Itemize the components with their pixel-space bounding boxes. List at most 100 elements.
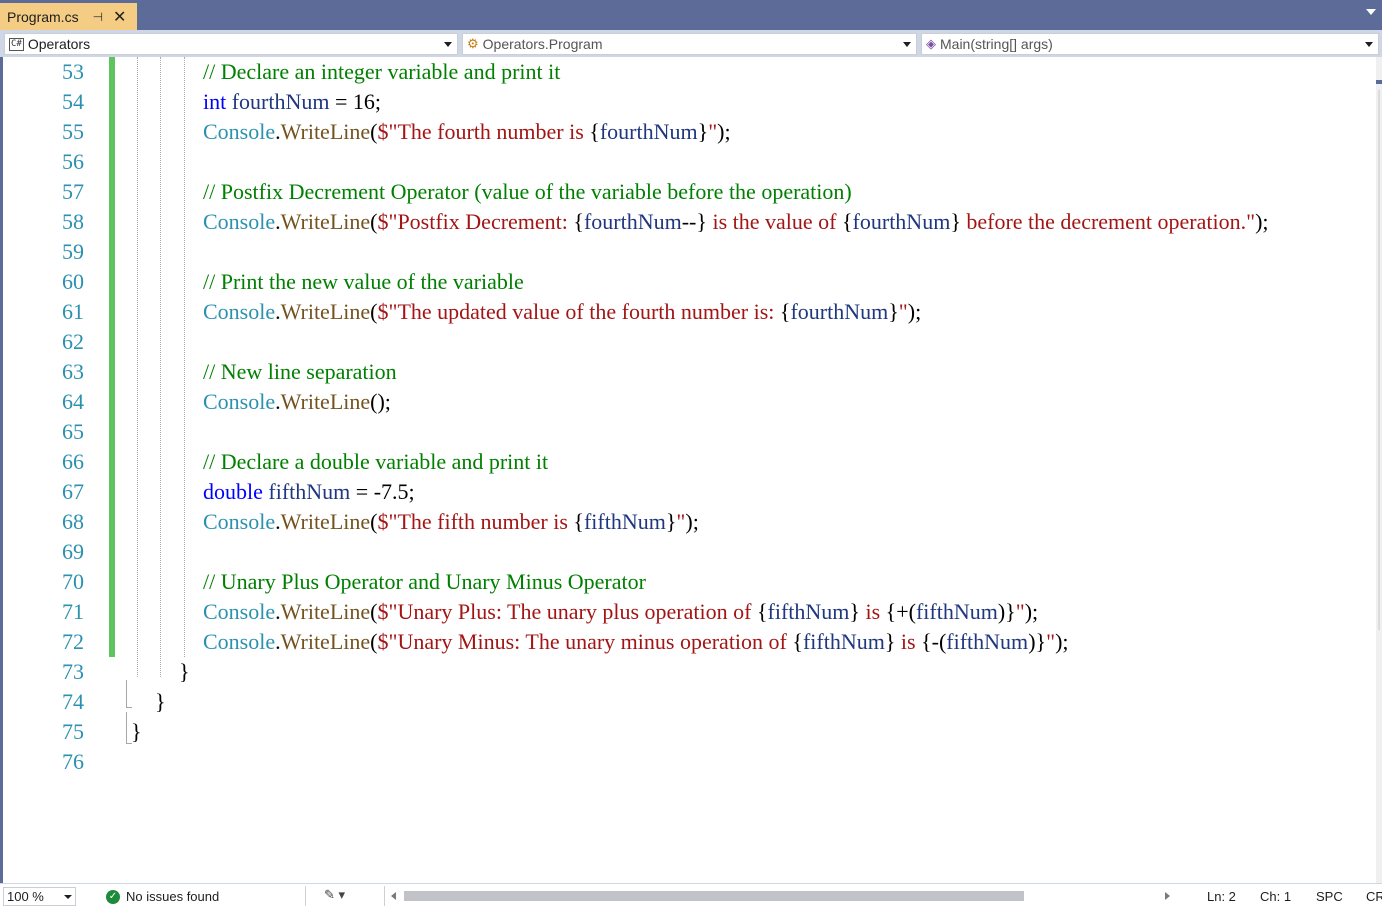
caret-position-marker <box>1376 80 1382 84</box>
code-line[interactable]: Console.WriteLine($"Postfix Decrement: {… <box>203 207 1269 237</box>
code-token: Console <box>203 209 276 234</box>
code-token: is <box>859 599 886 624</box>
code-token: } <box>884 629 896 654</box>
code-line[interactable]: // Declare an integer variable and print… <box>203 57 560 87</box>
code-line[interactable]: Console.WriteLine($"The fifth number is … <box>203 507 699 537</box>
navigation-bar: C# Operators ⚙ Operators.Program ◈ Main(… <box>0 30 1382 57</box>
member-dropdown[interactable]: ◈ Main(string[] args) <box>921 33 1379 55</box>
code-token: { <box>573 209 584 234</box>
code-token: } <box>155 689 166 714</box>
code-line[interactable]: Console.WriteLine($"Unary Minus: The una… <box>203 627 1069 657</box>
issues-indicator[interactable]: ✓ No issues found <box>106 889 219 904</box>
code-line[interactable]: // New line separation <box>203 357 397 387</box>
code-token: " <box>708 119 718 144</box>
code-token: (); <box>370 389 391 414</box>
code-cleanup-icon[interactable]: ✎ ▾ <box>324 887 345 903</box>
project-dropdown[interactable]: C# Operators <box>4 33 458 55</box>
fold-bracket <box>126 680 132 708</box>
code-token: // Unary Plus Operator and Unary Minus O… <box>203 569 646 594</box>
code-token: // Postfix Decrement Operator (value of … <box>203 179 852 204</box>
indent-guide <box>137 57 138 677</box>
type-dropdown[interactable]: ⚙ Operators.Program <box>462 33 917 55</box>
line-number: 53 <box>62 59 84 84</box>
code-token: $"Postfix Decrement: <box>377 209 574 234</box>
code-line[interactable]: Console.WriteLine($"Unary Plus: The unar… <box>203 597 1038 627</box>
code-token: fifthNum <box>946 629 1029 654</box>
code-line[interactable]: int fourthNum = 16; <box>203 87 381 117</box>
scroll-right-arrow-icon[interactable] <box>1165 892 1170 900</box>
code-token: WriteLine <box>280 209 371 234</box>
code-token: --} <box>681 209 707 234</box>
code-token: Console <box>203 119 276 144</box>
editor-left-border <box>0 57 3 885</box>
code-token: = 16; <box>329 89 382 114</box>
code-token: ); <box>1255 209 1269 234</box>
method-icon: ◈ <box>926 36 936 51</box>
code-token: fifthNum <box>767 599 850 624</box>
member-dropdown-label: Main(string[] args) <box>940 36 1053 52</box>
line-number: 68 <box>62 509 84 534</box>
type-dropdown-label: Operators.Program <box>482 36 603 52</box>
code-token: fifthNum <box>915 599 998 624</box>
code-token: } <box>849 599 860 624</box>
line-ending-indicator[interactable]: CR <box>1366 889 1382 904</box>
issues-text: No issues found <box>126 889 220 904</box>
code-token: { <box>792 629 803 654</box>
scroll-left-arrow-icon[interactable] <box>391 892 396 900</box>
code-token: int <box>203 89 227 114</box>
code-token: } <box>950 209 961 234</box>
code-token: = -7.5; <box>350 479 415 504</box>
divider <box>305 886 306 906</box>
line-number: 61 <box>62 299 84 324</box>
horizontal-scrollbar-thumb[interactable] <box>404 891 1024 901</box>
zoom-level: 100 % <box>7 889 44 904</box>
code-line[interactable]: } <box>179 657 190 687</box>
code-token: Console <box>203 599 276 624</box>
line-number: 64 <box>62 389 84 414</box>
code-line[interactable]: Console.WriteLine(); <box>203 387 391 417</box>
tab-program-cs[interactable]: Program.cs ⊣ ✕ <box>0 3 137 30</box>
line-number: 63 <box>62 359 84 384</box>
code-line[interactable]: // Declare a double variable and print i… <box>203 447 548 477</box>
zoom-dropdown[interactable]: 100 % <box>3 887 76 906</box>
code-token: ); <box>717 119 731 144</box>
close-icon[interactable]: ✕ <box>113 7 126 27</box>
code-token: { <box>573 509 584 534</box>
code-line[interactable]: Console.WriteLine($"The updated value of… <box>203 297 921 327</box>
code-token: fifthNum <box>802 629 885 654</box>
code-token: " <box>1015 599 1025 624</box>
project-dropdown-label: Operators <box>27 36 91 52</box>
tab-overflow-dropdown-icon[interactable] <box>1366 9 1376 15</box>
code-line[interactable]: // Print the new value of the variable <box>203 267 524 297</box>
code-token: ); <box>1024 599 1039 624</box>
code-line[interactable]: Console.WriteLine($"The fourth number is… <box>203 117 731 147</box>
code-line[interactable]: } <box>131 717 142 747</box>
code-token: fourthNum <box>231 89 330 114</box>
line-number: 74 <box>62 689 84 714</box>
status-bar: 100 % ✓ No issues found ✎ ▾ Ln: 2 Ch: 1 … <box>0 883 1382 908</box>
chevron-down-icon <box>1365 42 1373 47</box>
code-line[interactable]: } <box>155 687 166 717</box>
code-token: fifthNum <box>268 479 351 504</box>
code-line[interactable]: // Postfix Decrement Operator (value of … <box>203 177 852 207</box>
pin-icon[interactable]: ⊣ <box>93 10 103 24</box>
code-token: " <box>898 299 908 324</box>
code-token: } <box>665 509 677 534</box>
whitespace-indicator[interactable]: SPC <box>1316 889 1343 904</box>
code-token: $"Unary Minus: The unary minus operation… <box>377 629 793 654</box>
line-number: 62 <box>62 329 84 354</box>
code-token: ); <box>1055 629 1069 654</box>
code-token: // Declare a double variable and print i… <box>203 449 549 474</box>
code-token: { <box>841 209 853 234</box>
char-indicator[interactable]: Ch: 1 <box>1260 889 1291 904</box>
code-token: Console <box>203 509 276 534</box>
check-circle-icon: ✓ <box>106 889 120 904</box>
scrollbar-overview-track <box>1378 90 1380 630</box>
code-token: before the decrement operation." <box>960 209 1256 234</box>
line-indicator[interactable]: Ln: 2 <box>1207 889 1236 904</box>
code-token: WriteLine <box>280 509 371 534</box>
code-line[interactable]: // Unary Plus Operator and Unary Minus O… <box>203 567 646 597</box>
code-line[interactable]: double fifthNum = -7.5; <box>203 477 415 507</box>
line-number: 59 <box>62 239 84 264</box>
code-token: // Print the new value of the variable <box>203 269 524 294</box>
